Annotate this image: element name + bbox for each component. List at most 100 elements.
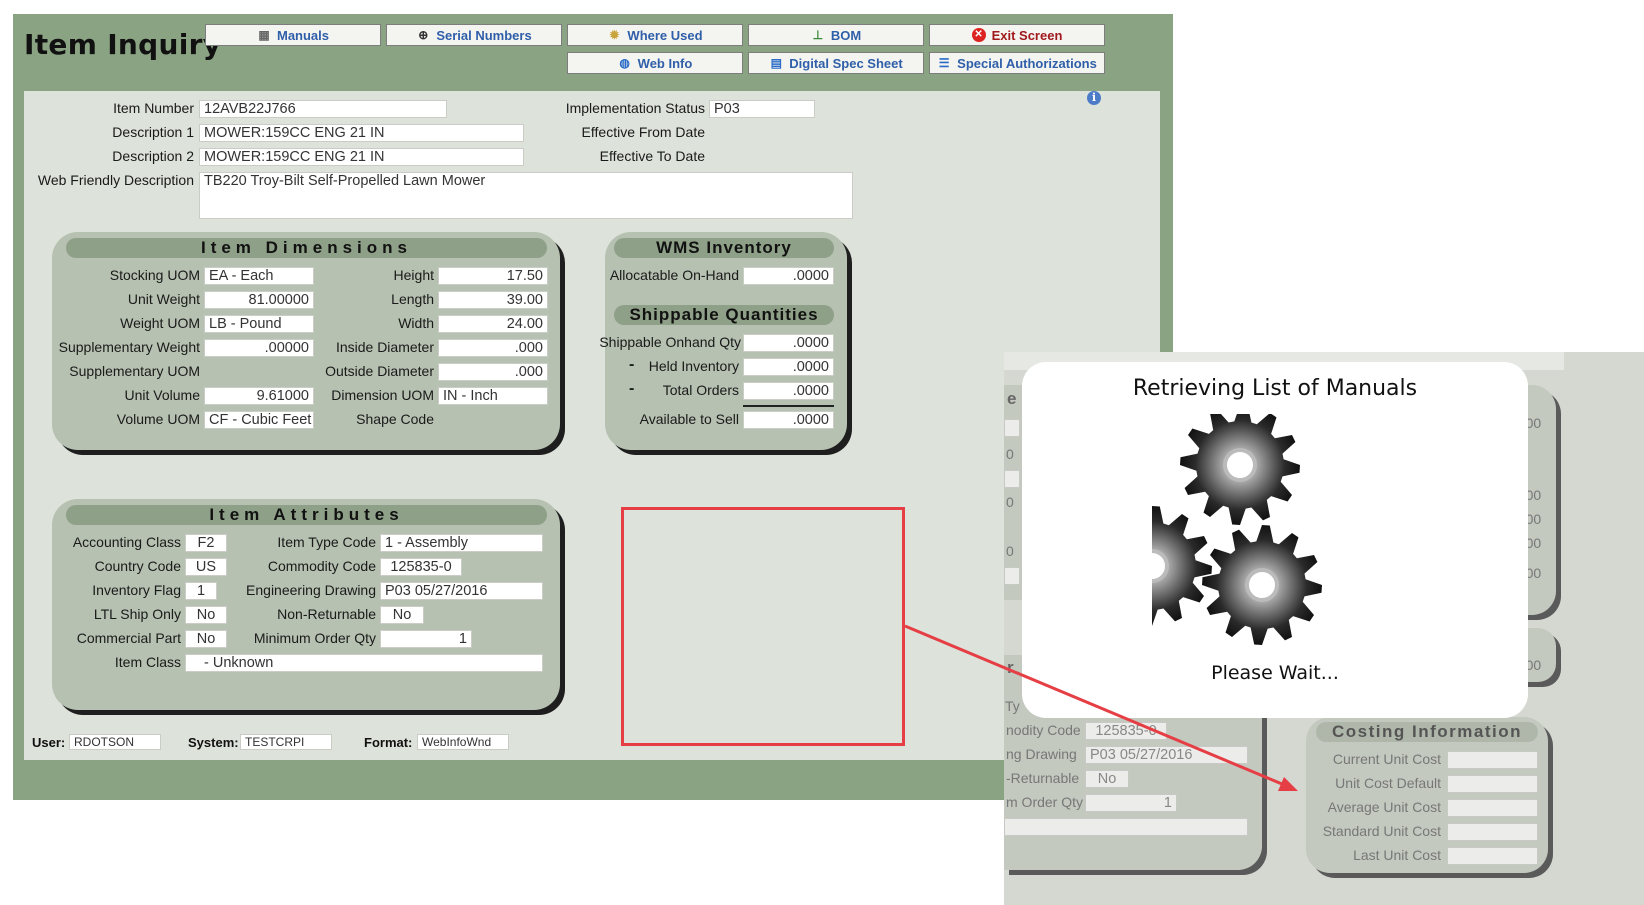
unit-volume-label: Unit Volume [124, 387, 200, 403]
height-field[interactable]: 17.50 [438, 267, 548, 285]
unit-cost-default-label: Unit Cost Default [1335, 775, 1441, 791]
effective-from-label: Effective From Date [581, 124, 705, 140]
description2-field[interactable]: MOWER:159CC ENG 21 IN [199, 148, 524, 166]
format-field: WebInfoWnd [417, 734, 509, 750]
allocatable-field[interactable]: .0000 [743, 267, 834, 285]
unit-weight-field[interactable]: 81.00000 [204, 291, 314, 309]
volume-uom-field[interactable]: CF - Cubic Feet [204, 411, 314, 429]
manuals-icon: ▦ [258, 28, 270, 42]
loading-modal: Retrieving List of Manuals Please Wait..… [1022, 362, 1528, 718]
inventory-flag-label: Inventory Flag [92, 582, 181, 598]
serial-numbers-button[interactable]: ⊕ Serial Numbers [386, 24, 562, 46]
list-icon: ☰ [938, 56, 950, 70]
item-attributes-panel [52, 499, 560, 710]
ltl-ship-only-field[interactable]: No [185, 606, 227, 624]
description1-field[interactable]: MOWER:159CC ENG 21 IN [199, 124, 524, 142]
effective-to-label: Effective To Date [599, 148, 705, 164]
inside-diameter-field[interactable]: .000 [438, 339, 548, 357]
engineering-drawing-field[interactable]: P03 05/27/2016 [380, 582, 543, 600]
weight-uom-label: Weight UOM [120, 315, 200, 331]
accounting-class-field[interactable]: F2 [185, 534, 227, 552]
fragment-text: r [1007, 658, 1014, 677]
impl-status-field[interactable]: P03 [709, 100, 815, 118]
minus-sign: - [629, 380, 635, 397]
web-info-button[interactable]: ◍ Web Info [567, 52, 743, 74]
commercial-part-field[interactable]: No [185, 630, 227, 648]
allocatable-label: Allocatable On-Hand [609, 267, 739, 283]
system-field: TESTCRPI [240, 734, 332, 750]
dimension-uom-field[interactable]: IN - Inch [438, 387, 548, 405]
standard-unit-cost-field[interactable] [1447, 823, 1538, 841]
web-desc-field[interactable]: TB220 Troy-Bilt Self-Propelled Lawn Mowe… [199, 172, 853, 219]
unit-volume-field[interactable]: 9.61000 [204, 387, 314, 405]
digital-spec-sheet-label: Digital Spec Sheet [789, 55, 903, 71]
page-title: Item Inquiry [24, 28, 222, 61]
item-dimensions-title: Item Dimensions [66, 238, 547, 258]
fragment-text: e [1007, 389, 1017, 408]
outside-diameter-field[interactable]: .000 [438, 363, 548, 381]
shippable-onhand-field[interactable]: .0000 [743, 334, 834, 352]
minus-sign: - [629, 356, 635, 373]
web-desc-label: Web Friendly Description [37, 172, 194, 188]
gear-left-hub [1152, 549, 1169, 583]
height-label: Height [393, 267, 434, 283]
serial-numbers-label: Serial Numbers [436, 27, 532, 43]
weight-uom-field[interactable]: LB - Pound [204, 315, 314, 333]
length-field[interactable]: 39.00 [438, 291, 548, 309]
where-used-button[interactable]: ✹ Where Used [567, 24, 743, 46]
supp-weight-field[interactable]: .00000 [204, 339, 314, 357]
non-returnable-field[interactable]: No [380, 606, 424, 624]
minimum-order-qty-field[interactable]: 1 [380, 630, 472, 648]
commodity-code-label: Commodity Code [267, 558, 376, 574]
average-unit-cost-field[interactable] [1447, 799, 1538, 817]
exit-screen-button[interactable]: ✕ Exit Screen [929, 24, 1105, 46]
ghost-commodity-field: 125835-0 [1085, 722, 1167, 740]
fragment-text: Ty [1005, 698, 1020, 714]
accounting-class-label: Accounting Class [72, 534, 181, 550]
unit-cost-default-field[interactable] [1447, 775, 1538, 793]
item-class-label: Item Class [114, 654, 181, 670]
gear-right-hub [1245, 568, 1279, 602]
outside-diameter-label: Outside Diameter [325, 363, 434, 379]
available-to-sell-label: Available to Sell [639, 411, 739, 427]
item-class-field[interactable]: - Unknown [185, 654, 543, 672]
user-label: User: [32, 735, 66, 750]
special-authorizations-button[interactable]: ☰ Special Authorizations [929, 52, 1105, 74]
highlight-box [621, 507, 905, 746]
user-field: RDOTSON [69, 734, 161, 750]
gears-icon [1152, 414, 1322, 645]
item-number-field[interactable]: 12AVB22J766 [199, 100, 447, 118]
ltl-ship-only-label: LTL Ship Only [93, 606, 181, 622]
modal-wait-text: Please Wait... [1211, 662, 1339, 684]
manuals-button[interactable]: ▦ Manuals [205, 24, 381, 46]
stocking-uom-label: Stocking UOM [109, 267, 200, 283]
impl-status-label: Implementation Status [565, 100, 705, 116]
description1-label: Description 1 [112, 124, 194, 140]
country-code-field[interactable]: US [185, 558, 227, 576]
stocking-uom-field[interactable]: EA - Each [204, 267, 314, 285]
width-field[interactable]: 24.00 [438, 315, 548, 333]
fragment-text: 0 [1006, 543, 1014, 559]
commodity-code-field[interactable]: 125835-0 [380, 558, 462, 576]
last-unit-cost-field[interactable] [1447, 847, 1538, 865]
held-inventory-field[interactable]: .0000 [743, 358, 834, 376]
status-bar [13, 760, 1173, 800]
available-to-sell-field[interactable]: .0000 [743, 411, 834, 429]
current-unit-cost-label: Current Unit Cost [1332, 751, 1441, 767]
digital-spec-sheet-button[interactable]: ▤ Digital Spec Sheet [748, 52, 924, 74]
bom-button[interactable]: ⊥ BOM [748, 24, 924, 46]
total-orders-field[interactable]: .0000 [743, 382, 834, 400]
gear-icon: ✹ [609, 28, 620, 42]
unit-weight-label: Unit Weight [127, 291, 200, 307]
fragment-text: 0 [1006, 446, 1014, 462]
width-label: Width [398, 315, 434, 331]
current-unit-cost-field[interactable] [1447, 751, 1538, 769]
shippable-quantities-title: Shippable Quantities [614, 305, 834, 325]
engineering-drawing-label: Engineering Drawing [246, 582, 376, 598]
inventory-flag-field[interactable]: 1 [185, 582, 217, 600]
info-icon[interactable]: i [1087, 91, 1101, 105]
ghost-nonret-field: No [1085, 770, 1129, 788]
item-type-code-field[interactable]: 1 - Assembly [380, 534, 543, 552]
standard-unit-cost-label: Standard Unit Cost [1322, 823, 1441, 839]
item-number-label: Item Number [113, 100, 194, 116]
